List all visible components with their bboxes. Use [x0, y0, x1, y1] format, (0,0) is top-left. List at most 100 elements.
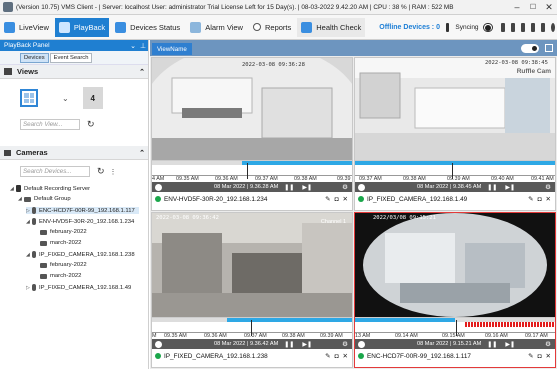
bookmark-icon[interactable]	[501, 22, 506, 32]
gear-icon[interactable]: ⚙	[342, 340, 348, 348]
main-toolbar: LiveView PlayBack Devices Status Alarm V…	[0, 15, 557, 40]
chevron-up-icon[interactable]: ⌃	[136, 149, 148, 157]
live-icon[interactable]	[358, 183, 365, 191]
settings-icon[interactable]	[531, 22, 536, 32]
more-options-icon[interactable]: ⋮	[110, 168, 117, 176]
next-frame-icon[interactable]: ▶❚	[505, 184, 515, 191]
tile-2-timeline[interactable]: 09.37 AM 09.38 AM 09.39 AM 09.40 AM 09.4…	[355, 160, 555, 182]
gear-icon[interactable]: ⚙	[545, 183, 551, 191]
pin-icon[interactable]: ⊥	[138, 42, 148, 50]
next-frame-icon[interactable]: ▶❚	[302, 341, 312, 348]
tree-label: february-2022	[50, 229, 87, 235]
playhead[interactable]	[247, 163, 248, 179]
pause-icon[interactable]: ❚❚	[487, 341, 497, 348]
tab-liveview[interactable]: LiveView	[0, 18, 53, 37]
next-frame-icon[interactable]: ▶❚	[505, 341, 515, 348]
camera-icon	[4, 149, 11, 156]
video-tile-3[interactable]: 2022-03-08 09:36:42 Channel 1 M 09.35 AM…	[151, 212, 353, 368]
live-icon[interactable]	[358, 340, 365, 348]
camera-feed-image	[355, 213, 555, 317]
tree-item-camera-117[interactable]: ▷ ENC-HCD7F-00R-99_192.168.1.117	[26, 207, 139, 214]
tree-item-camera-234[interactable]: ◢ ENV-HVD5F-30R-20_192.168.1.234	[26, 218, 134, 225]
grid-icon[interactable]	[511, 22, 516, 32]
gear-icon[interactable]: ⚙	[342, 183, 348, 191]
subtab-devices[interactable]: Devices	[20, 52, 49, 63]
live-icon[interactable]	[155, 183, 162, 191]
pin-icon[interactable]: ✎	[325, 352, 330, 360]
video-frame[interactable]: 2022/03/08 09:15:21	[355, 213, 555, 317]
video-tile-1[interactable]: 2022-03-08 09:36:28 4 AM 09.35 AM 09.36 …	[151, 57, 353, 211]
close-icon[interactable]: ✕	[546, 195, 551, 203]
subtab-event-search[interactable]: Event Search	[49, 52, 93, 63]
close-button[interactable]: ✕	[541, 0, 557, 15]
pause-icon[interactable]: ❚❚	[284, 341, 294, 348]
video-frame[interactable]: 2022-03-08 09:38:45 Ruffle Cam	[355, 58, 555, 160]
pin-icon[interactable]: ✎	[325, 195, 330, 203]
tree-item-folder-mar-2[interactable]: march-2022	[40, 273, 81, 279]
views-title: Views	[17, 67, 39, 76]
close-icon[interactable]: ✕	[343, 195, 348, 203]
tree-item-default-group[interactable]: ◢ Default Group	[18, 196, 71, 202]
tile-3-timeline[interactable]: M 09.35 AM 09.36 AM 09.37 AM 09.38 AM 09…	[152, 317, 352, 339]
tree-label: march-2022	[50, 240, 82, 246]
close-icon[interactable]: ✕	[546, 352, 551, 360]
tree-item-folder-mar[interactable]: march-2022	[40, 240, 81, 246]
layout-dropdown-chevron-icon[interactable]: ⌄	[62, 94, 69, 103]
layout-count[interactable]: 4	[82, 87, 103, 109]
tile-1-timeline[interactable]: 4 AM 09.35 AM 09.36 AM 09.37 AM 09.38 AM…	[152, 160, 352, 182]
cameras-section-header[interactable]: Cameras ⌃	[0, 146, 148, 160]
gear-icon[interactable]: ⚙	[545, 340, 551, 348]
minimize-button[interactable]: –	[509, 0, 525, 15]
syncing-toggle[interactable]	[482, 22, 494, 32]
camera-device-icon	[32, 218, 36, 225]
video-frame[interactable]: 2022-03-08 09:36:28	[152, 58, 352, 160]
fullscreen-icon[interactable]	[545, 44, 553, 52]
next-frame-icon[interactable]: ▶❚	[302, 184, 312, 191]
video-tile-2[interactable]: 2022-03-08 09:38:45 Ruffle Cam 09.37 AM …	[354, 57, 556, 211]
tab-reports[interactable]: Reports	[249, 18, 295, 37]
device-search-input[interactable]: Search Devices...	[20, 166, 90, 177]
tab-health-check[interactable]: Health Check	[297, 17, 366, 37]
tab-alarm-view-label: Alarm View	[205, 22, 243, 32]
refresh-devices-icon[interactable]: ↻	[97, 166, 105, 177]
pause-icon[interactable]: ❚❚	[284, 184, 294, 191]
refresh-views-icon[interactable]: ↻	[87, 119, 95, 130]
offline-devices-count[interactable]: Offline Devices : 0	[379, 24, 440, 31]
tree-item-recording-server[interactable]: ◢ Default Recording Server	[10, 185, 90, 192]
list-icon[interactable]	[521, 22, 526, 32]
view-tab[interactable]: ViewName	[152, 43, 192, 55]
window-title: (Version 10.75) VMS Client - | Server: l…	[16, 3, 454, 11]
lock-icon[interactable]	[541, 22, 546, 32]
tree-item-folder-feb[interactable]: february-2022	[40, 229, 87, 235]
view-search-input[interactable]: Search View...	[20, 119, 80, 130]
camera-device-icon	[32, 207, 36, 214]
tree-item-camera-238[interactable]: ◢ IP_FIXED_CAMERA_192.168.1.238	[26, 251, 135, 258]
snapshot-icon[interactable]: ◘	[538, 196, 542, 203]
video-tile-4[interactable]: 2022/03/08 09:15:21 13 AM 09.14 AM 09.15…	[354, 212, 556, 368]
health-check-icon	[301, 21, 313, 33]
tab-devices-status[interactable]: Devices Status	[111, 18, 184, 37]
tree-item-camera-49[interactable]: ▷ IP_FIXED_CAMERA_192.168.1.49	[26, 284, 131, 291]
info-icon[interactable]	[551, 22, 556, 32]
view-toggle[interactable]	[521, 44, 539, 53]
tree-item-folder-feb-2[interactable]: february-2022	[40, 262, 87, 268]
snapshot-icon[interactable]: ◘	[335, 353, 339, 360]
pin-icon[interactable]: ✎	[528, 195, 533, 203]
snapshot-icon[interactable]: ◘	[335, 196, 339, 203]
chevron-up-icon[interactable]: ⌃	[136, 68, 148, 76]
playback-panel: PlayBack Panel ⌄ ⊥ Devices Event Search …	[0, 40, 149, 369]
close-icon[interactable]: ✕	[343, 352, 348, 360]
views-section-header[interactable]: Views ⌃	[0, 65, 148, 79]
live-icon[interactable]	[155, 340, 162, 348]
video-frame[interactable]: 2022-03-08 09:36:42 Channel 1	[152, 213, 352, 317]
maximize-button[interactable]: ☐	[525, 0, 541, 15]
tab-alarm-view[interactable]: Alarm View	[186, 18, 247, 37]
device-icon[interactable]	[445, 22, 450, 32]
snapshot-icon[interactable]: ◘	[538, 353, 542, 360]
pin-icon[interactable]: ✎	[528, 352, 533, 360]
layout-grid-icon[interactable]	[20, 89, 38, 107]
tab-playback[interactable]: PlayBack	[54, 17, 110, 37]
chevron-down-icon[interactable]: ⌄	[128, 42, 138, 50]
tile-4-timeline[interactable]: 13 AM 09.14 AM 09.15 AM 09.16 AM 09.17 A…	[355, 317, 555, 339]
pause-icon[interactable]: ❚❚	[487, 184, 497, 191]
